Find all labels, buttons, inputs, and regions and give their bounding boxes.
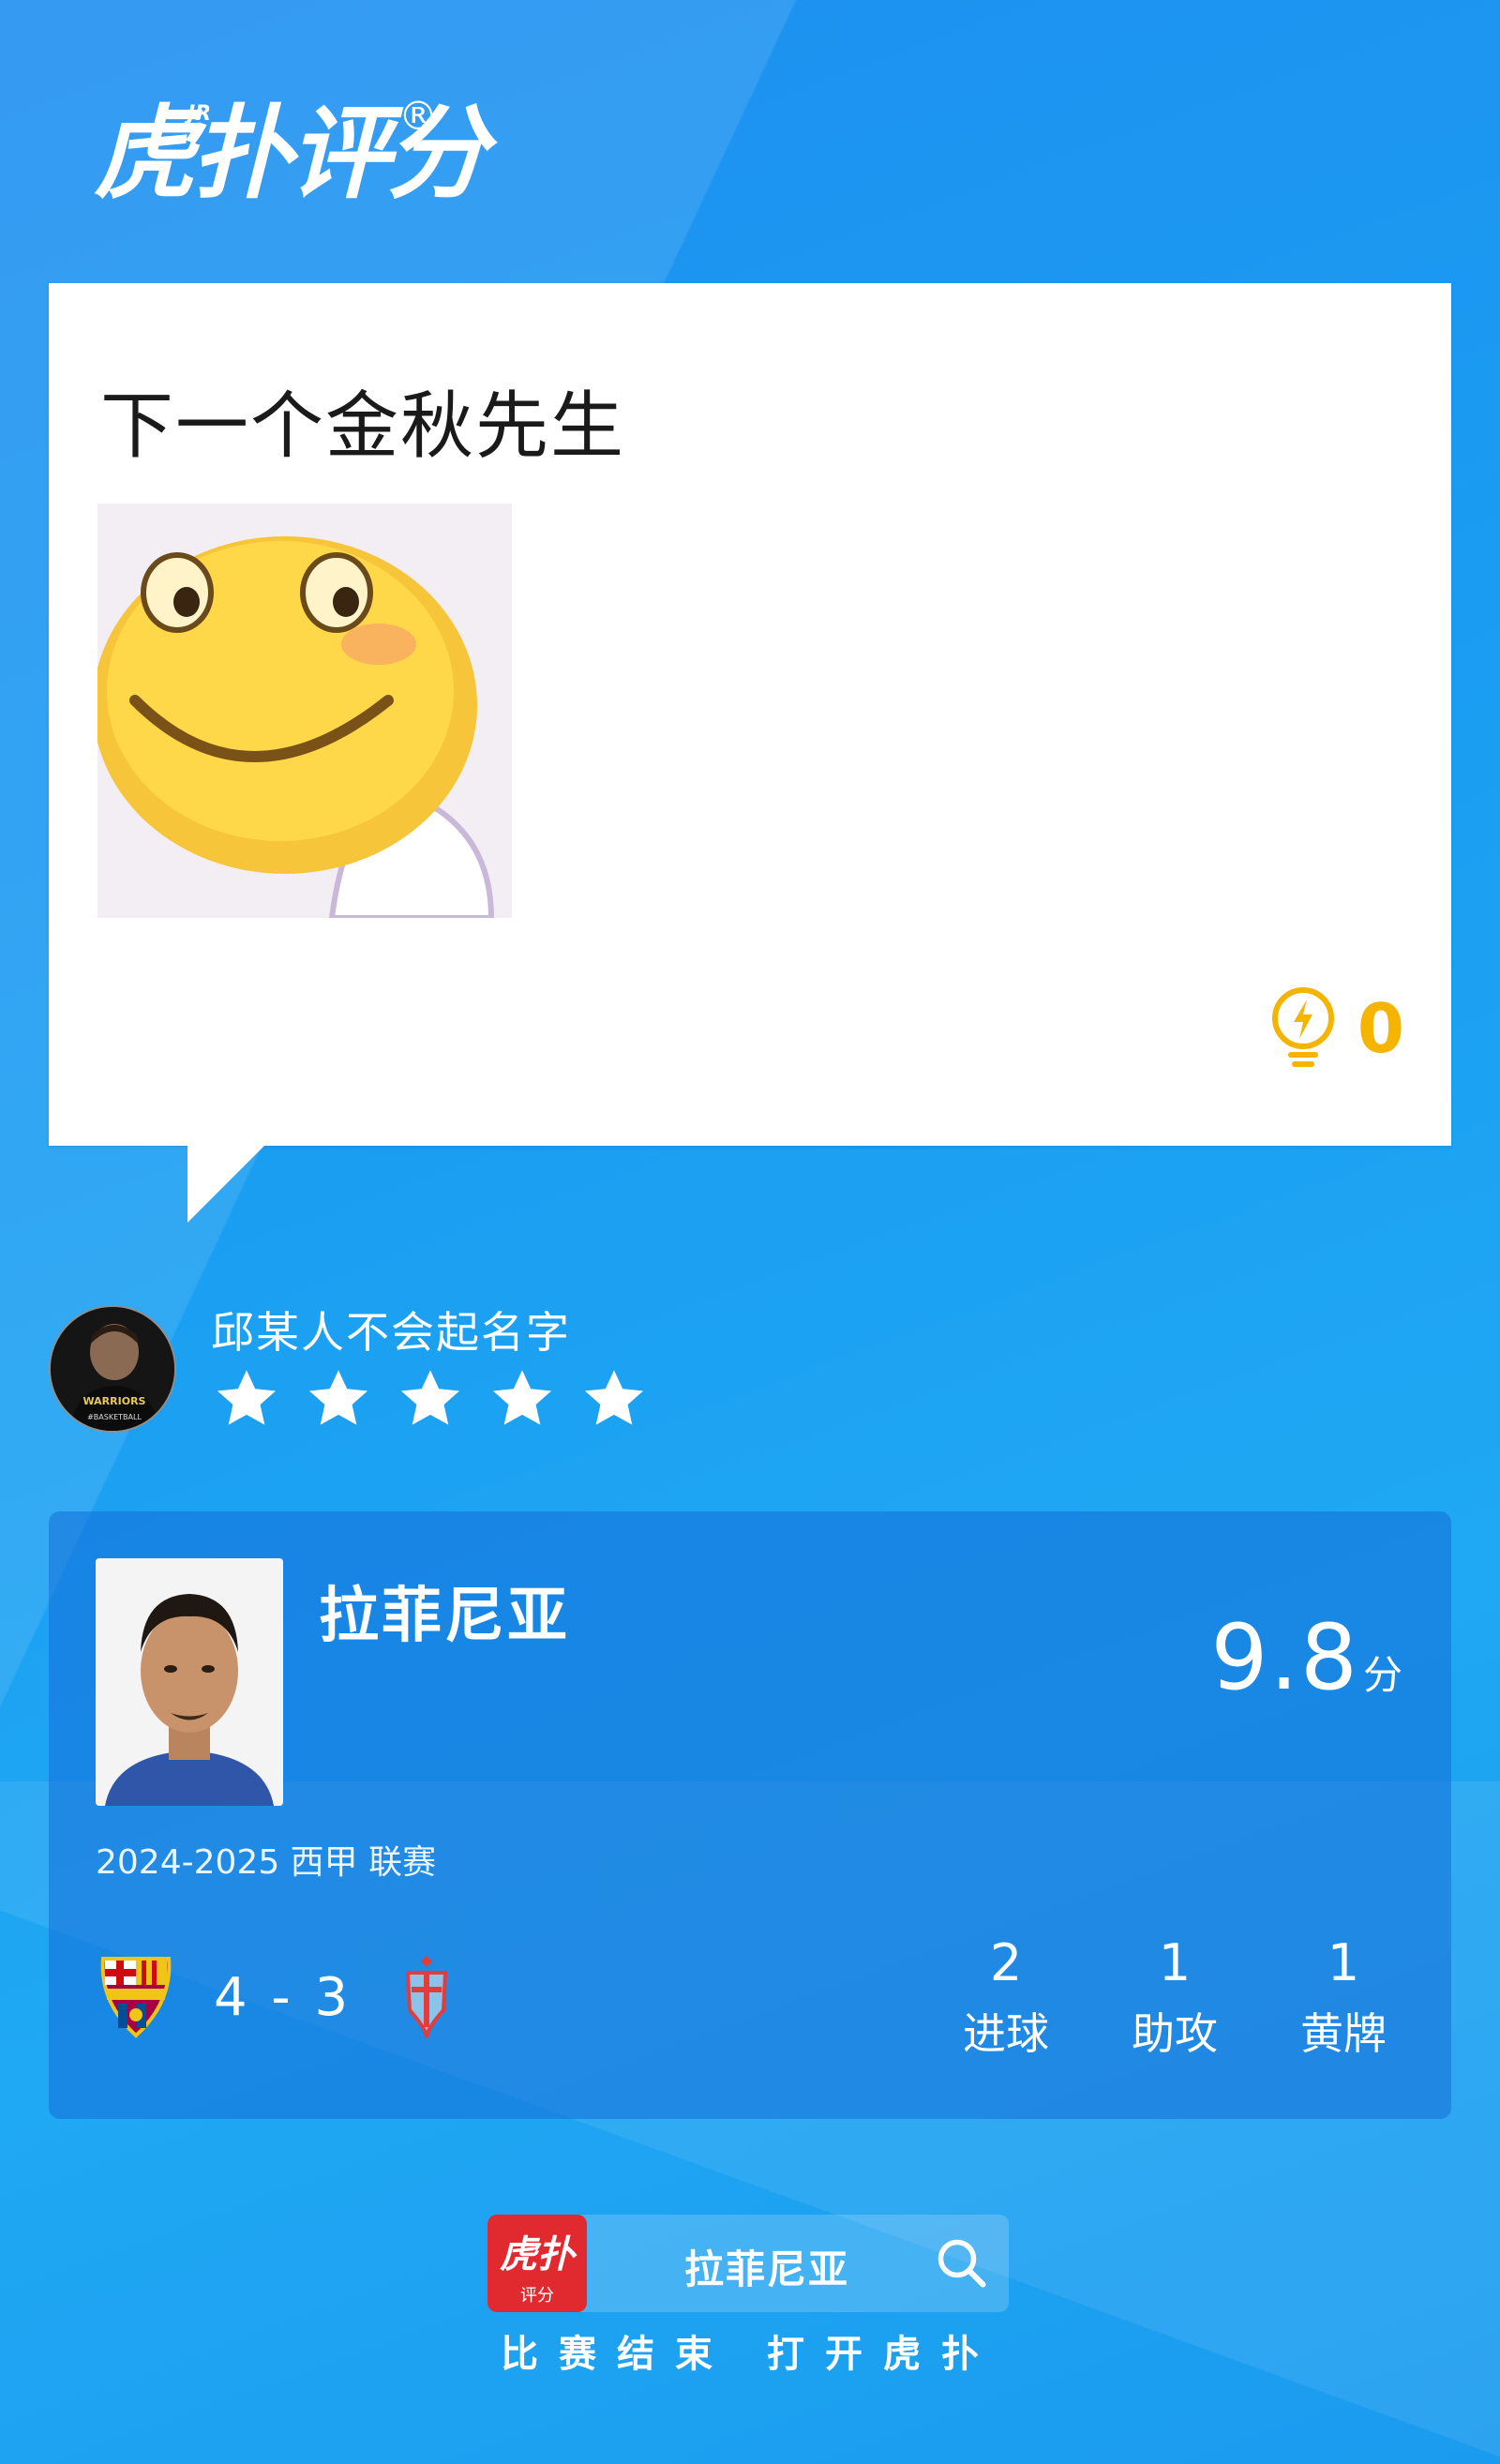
like-control[interactable]: 0: [1268, 986, 1404, 1071]
match-score: 4 - 3: [214, 1966, 352, 2028]
fc-barcelona-crest-icon: [100, 1957, 172, 2038]
stat-value: 1: [1158, 1933, 1192, 1992]
stat-value: 2: [989, 1933, 1023, 1992]
season-label: 2024-2025 西甲 联赛: [96, 1843, 437, 1882]
stat-yellow-cards: 1 黄牌: [1292, 1933, 1395, 2062]
footer-caption: 比赛结束 打开虎扑: [501, 2333, 999, 2376]
stat-value: 1: [1327, 1933, 1360, 1992]
hupu-app-icon[interactable]: 虎扑 评分: [488, 2215, 587, 2312]
match-result: 4 - 3: [96, 1952, 455, 2042]
star-icon: [217, 1370, 277, 1425]
stat-label: 黄牌: [1300, 2008, 1387, 2059]
star-icon: [308, 1370, 368, 1425]
lightbulb-bolt-icon: [1271, 987, 1334, 1067]
username[interactable]: 邱某人不会起名字: [211, 1299, 571, 1360]
star-icon: [400, 1370, 460, 1425]
avatar[interactable]: WARRIORS #BASKETBALL: [49, 1305, 176, 1433]
app-icon-title: 虎扑: [500, 2233, 575, 2276]
player-stats: 2 进球 1 助攻 1 黄牌: [954, 1933, 1395, 2062]
score-unit: 分: [1362, 1652, 1402, 1698]
stat-label: 进球: [963, 2008, 1049, 2059]
star-icon: [584, 1370, 644, 1425]
player-name: 拉菲尼亚: [319, 1582, 570, 1651]
logo-superscript: JR: [188, 102, 212, 126]
comment-text: 下一个金秋先生: [100, 384, 626, 469]
smiley-sticker-image: [98, 503, 512, 918]
stat-goals: 2 进球: [954, 1933, 1058, 2062]
player-score: 9.8分: [1210, 1605, 1402, 1710]
comment-card: 下一个金秋先生 0: [49, 283, 1451, 1146]
search-bar[interactable]: 虎扑 评分 拉菲尼亚: [488, 2215, 1009, 2312]
registered-mark: ®: [398, 93, 438, 139]
score-value: 9.8: [1210, 1605, 1359, 1710]
hupu-rating-logo: 虎扑评分 JR ®: [94, 89, 488, 220]
search-icon[interactable]: [934, 2235, 990, 2291]
svg-text:#BASKETBALL: #BASKETBALL: [87, 1413, 142, 1421]
player-rating-panel[interactable]: 拉菲尼亚 9.8分 2024-2025 西甲 联赛 4 - 3 2 进球 1 助…: [49, 1511, 1451, 2119]
player-photo: [96, 1558, 283, 1806]
svg-text:WARRIORS: WARRIORS: [83, 1395, 146, 1407]
stat-assists: 1 助攻: [1123, 1933, 1226, 2062]
like-count: 0: [1357, 989, 1404, 1068]
stat-label: 助攻: [1132, 2008, 1218, 2059]
search-query[interactable]: 拉菲尼亚: [684, 2238, 849, 2295]
speech-bubble-tail: [188, 1144, 266, 1223]
star-icon: [492, 1370, 552, 1425]
app-icon-subtitle: 评分: [520, 2286, 554, 2306]
celta-vigo-crest-icon: [405, 1956, 448, 2039]
rating-stars: [211, 1364, 650, 1435]
